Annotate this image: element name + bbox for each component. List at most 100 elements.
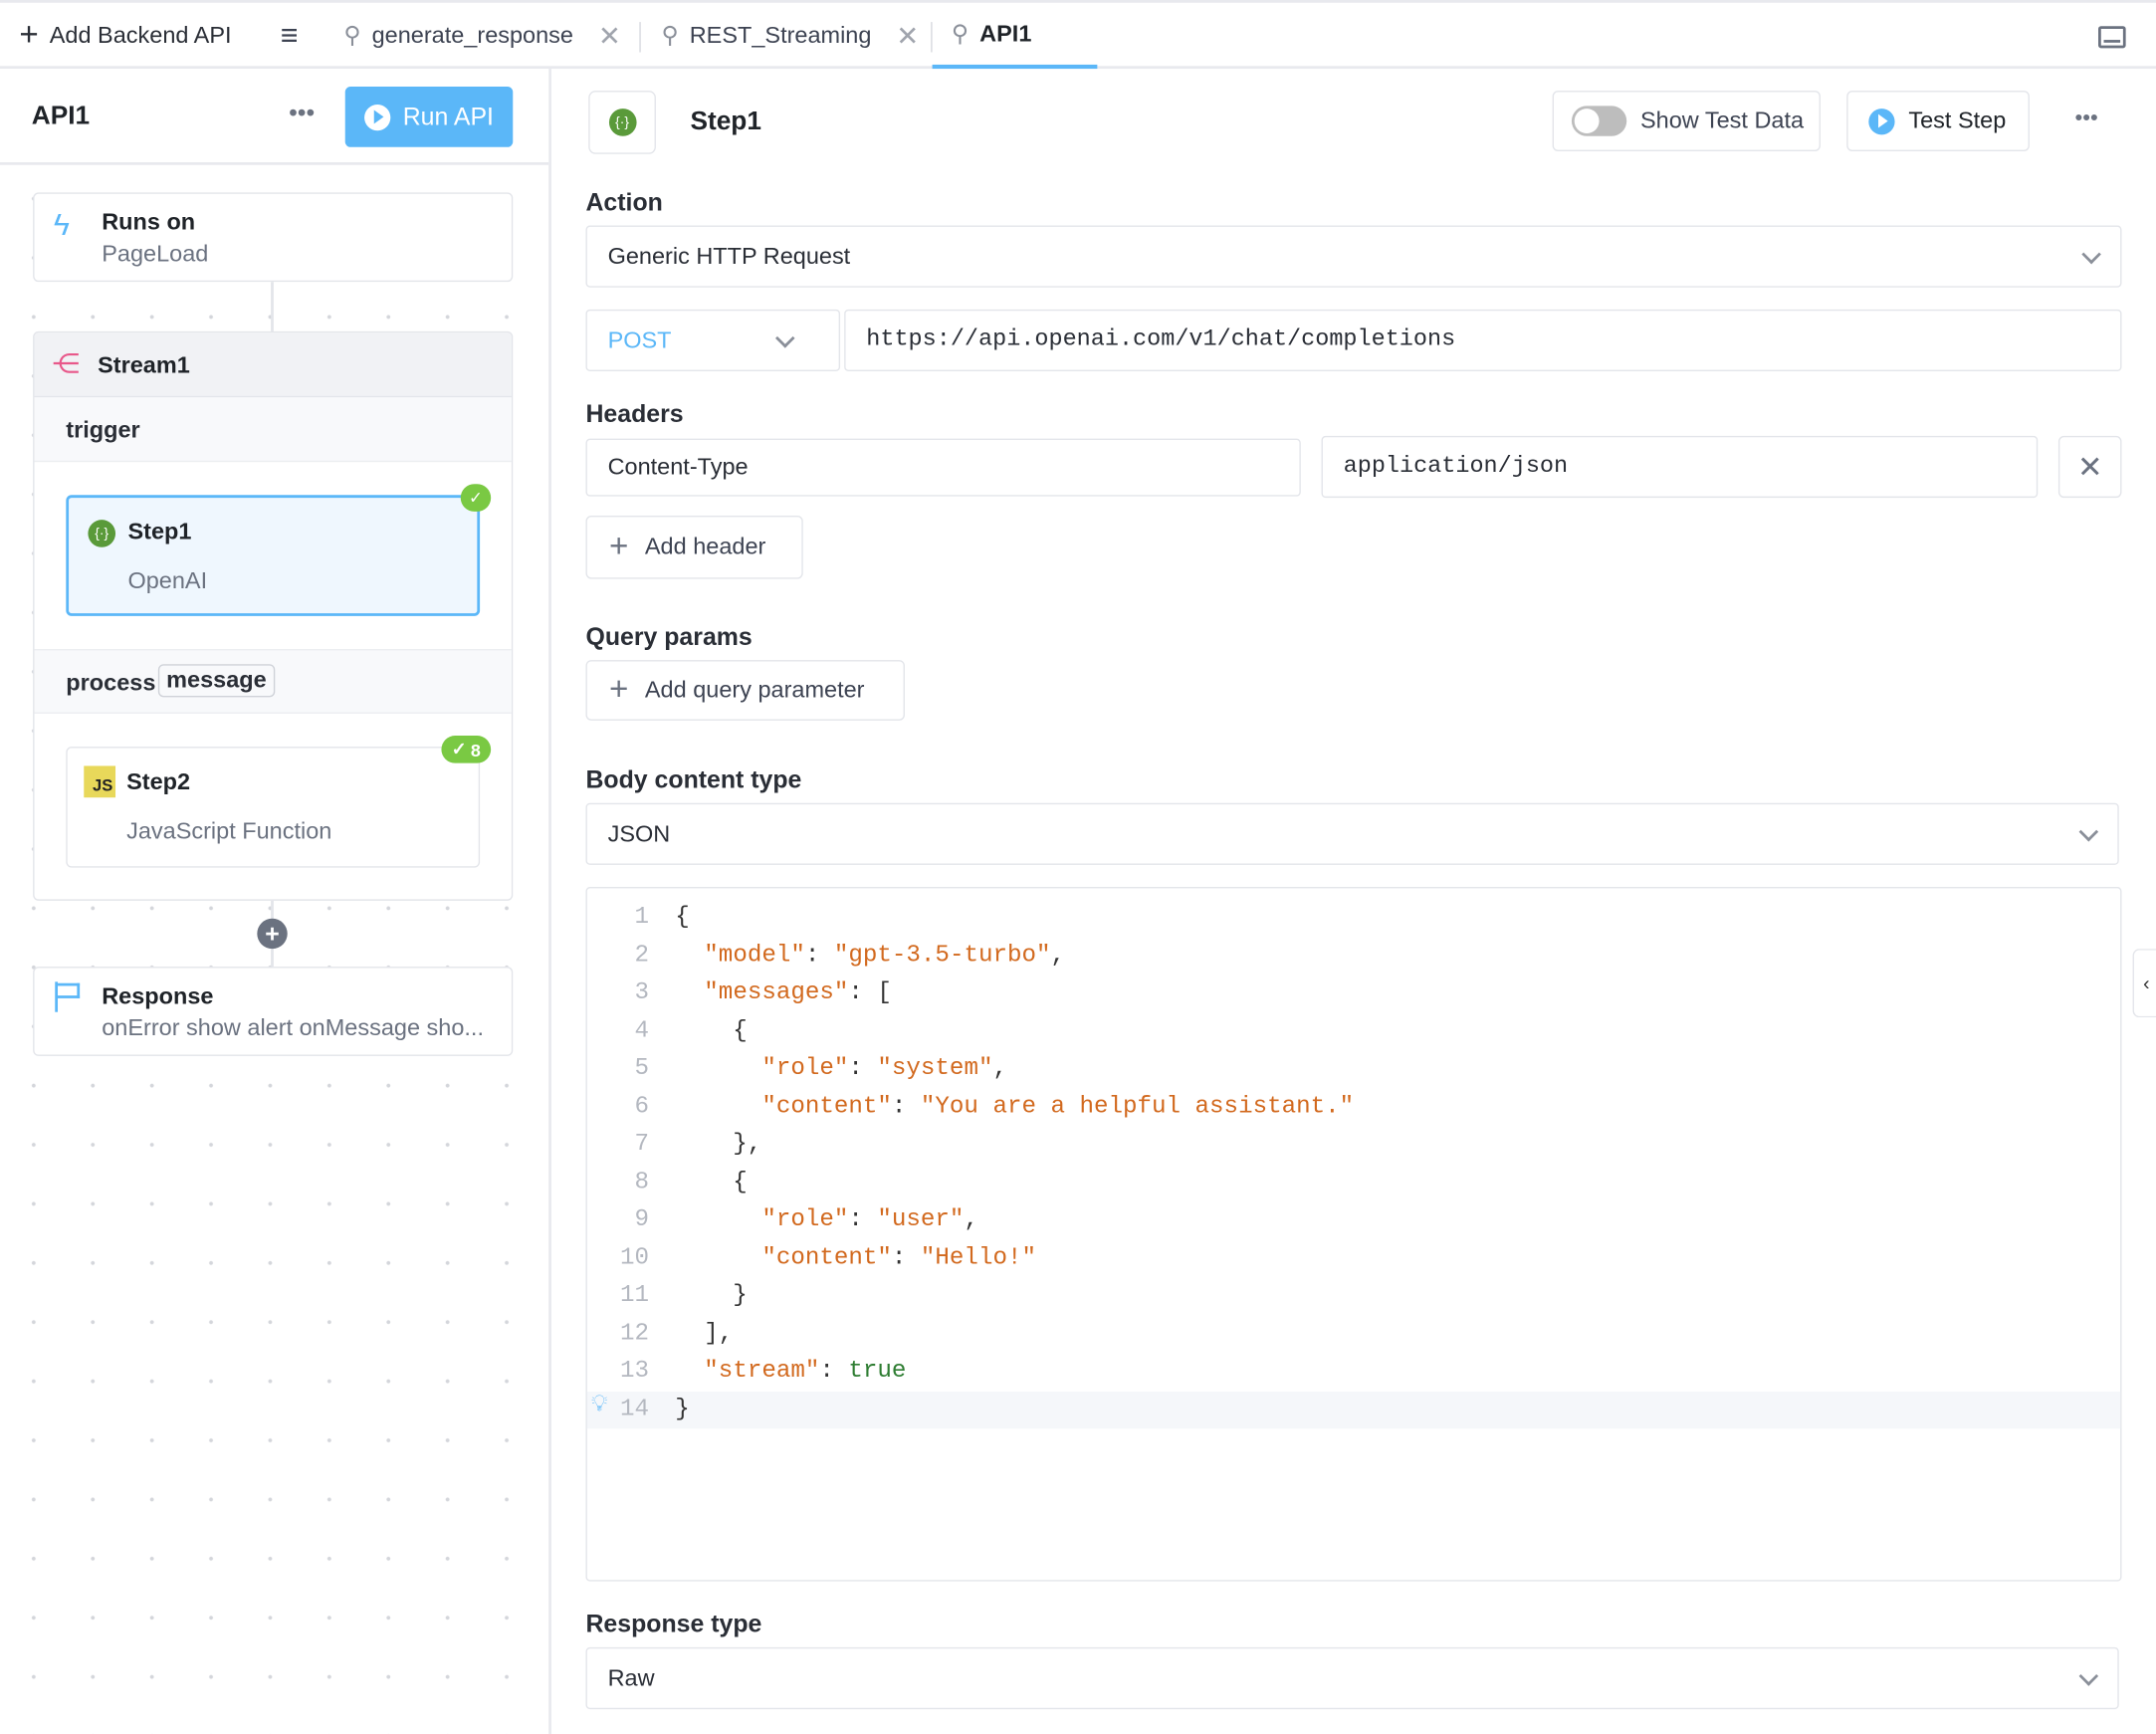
lightning-icon: ϟ [53, 207, 70, 243]
code-token: "stream" [704, 1357, 820, 1386]
code-text: "content": "You are a helpful assistant.… [675, 1088, 1354, 1126]
code-token: "You are a helpful assistant." [920, 1092, 1355, 1121]
line-number: 5 [634, 1054, 650, 1083]
code-token: "role" [761, 1205, 849, 1234]
plus-icon: + [608, 528, 629, 565]
play-icon [364, 104, 391, 130]
line-number: 9 [634, 1205, 650, 1234]
code-token: "model" [704, 941, 805, 970]
close-icon[interactable]: ✕ [598, 19, 621, 54]
code-text: "messages": [ [675, 975, 892, 1012]
show-test-data-label: Show Test Data [1640, 107, 1805, 133]
step2-card[interactable]: JS Step2 JavaScript Function [66, 747, 481, 868]
trigger-section-label: trigger [66, 416, 140, 443]
code-token: , [964, 1205, 978, 1234]
code-line: 13 "stream": true [587, 1353, 2120, 1391]
tab-rest-streaming[interactable]: ⚲ REST_Streaming ✕ [661, 3, 919, 69]
url-input[interactable]: https://api.openai.com/v1/chat/completio… [844, 309, 2122, 371]
code-token: "Hello!" [920, 1243, 1036, 1272]
add-header-button[interactable]: + Add header [585, 516, 803, 579]
more-options-icon[interactable]: ••• [2075, 108, 2098, 132]
test-step-button[interactable]: Test Step [1846, 91, 2030, 151]
code-line: 14} [586, 1391, 2121, 1429]
tab-generate-response[interactable]: ⚲ generate_response ✕ [343, 3, 621, 69]
method-select[interactable]: POST [585, 309, 841, 371]
http-icon: {·} [608, 108, 636, 136]
code-token: : [891, 1092, 921, 1121]
code-line: 1{ [587, 899, 2120, 937]
step2-name: Step2 [126, 768, 191, 795]
code-token: } [675, 1395, 690, 1423]
menu-icon[interactable]: ≡ [281, 3, 299, 69]
code-line: 6 "content": "You are a helpful assistan… [587, 1088, 2120, 1126]
action-label: Action [585, 188, 663, 216]
code-token: : [891, 1243, 921, 1272]
plug-icon: ⚲ [951, 20, 970, 47]
trigger-card[interactable]: ϟ Runs on PageLoad [33, 192, 514, 283]
step-title: Step1 [690, 107, 761, 136]
response-type-label: Response type [585, 1610, 762, 1638]
stream-header[interactable]: ⋲ Stream1 [34, 332, 512, 398]
show-test-data-toggle[interactable]: Show Test Data [1552, 91, 1821, 151]
http-icon: {·} [88, 520, 116, 547]
code-text: "stream": true [675, 1353, 906, 1391]
code-token: true [848, 1357, 907, 1386]
body-content-type-select[interactable]: JSON [585, 802, 2119, 865]
header-key-input[interactable]: Content-Type [585, 438, 1301, 497]
code-line: 12 ], [587, 1315, 2120, 1353]
response-type-select[interactable]: Raw [585, 1646, 2119, 1710]
header-value-input[interactable]: application/json [1321, 435, 2039, 499]
code-text: "role": "user", [675, 1201, 978, 1239]
line-number: 4 [634, 1016, 650, 1045]
code-text: } [675, 1391, 690, 1428]
remove-header-button[interactable]: ✕ [2057, 435, 2122, 499]
step-icon-box: {·} [588, 91, 656, 154]
add-backend-api-label: Add Backend API [49, 22, 232, 49]
panel-toggle-icon[interactable] [2098, 26, 2126, 49]
action-select[interactable]: Generic HTTP Request [585, 225, 2122, 288]
code-token: : [848, 1054, 878, 1083]
add-query-parameter-button[interactable]: + Add query parameter [585, 660, 905, 721]
code-token: }, [675, 1130, 762, 1159]
close-icon[interactable]: ✕ [896, 19, 919, 54]
line-number: 10 [619, 1243, 650, 1272]
code-text: { [675, 1164, 748, 1201]
body-type-value: JSON [607, 820, 671, 847]
code-text: "role": "system", [675, 1050, 1007, 1088]
add-backend-api-button[interactable]: + Add Backend API [19, 3, 231, 69]
body-code-editor[interactable]: 1{2 "model": "gpt-3.5-turbo", 3 "messages… [585, 887, 2122, 1582]
success-check-icon: ✓ [460, 484, 492, 512]
code-line: 9 "role": "user", [587, 1201, 2120, 1239]
lightbulb-icon[interactable]: 💡︎ [591, 1391, 607, 1418]
url-value: https://api.openai.com/v1/chat/completio… [866, 326, 1456, 354]
line-number: 2 [634, 941, 650, 970]
line-number: 13 [619, 1357, 650, 1386]
line-number: 3 [634, 978, 650, 1007]
code-text: "model": "gpt-3.5-turbo", [675, 937, 1065, 975]
add-step-button[interactable]: + [257, 918, 288, 950]
response-card[interactable]: Response onError show alert onMessage sh… [33, 967, 514, 1056]
code-token: : [804, 941, 834, 970]
tab-label: API1 [979, 20, 1032, 47]
code-line: 8 { [587, 1164, 2120, 1201]
code-token: "role" [761, 1054, 849, 1083]
run-api-button[interactable]: Run API [344, 87, 514, 147]
toggle-switch[interactable] [1571, 106, 1627, 136]
line-number: 7 [634, 1130, 650, 1159]
tab-api1[interactable]: ⚲ API1 [932, 3, 1098, 70]
code-token: "system" [877, 1054, 993, 1083]
body-content-type-label: Body content type [585, 765, 802, 794]
javascript-icon: JS [84, 765, 116, 798]
step1-type: OpenAI [127, 567, 208, 594]
process-param-badge: message [157, 664, 275, 698]
code-line: 3 "messages": [ [587, 975, 2120, 1012]
collapse-panel-chevron-icon[interactable]: ‹ [2132, 949, 2156, 1018]
response-type-value: Raw [607, 1664, 655, 1691]
more-options-icon[interactable]: ••• [289, 99, 315, 127]
code-token: : [848, 1205, 878, 1234]
step1-card[interactable]: {·} Step1 OpenAI [66, 495, 481, 616]
process-section-label: process [66, 669, 156, 696]
